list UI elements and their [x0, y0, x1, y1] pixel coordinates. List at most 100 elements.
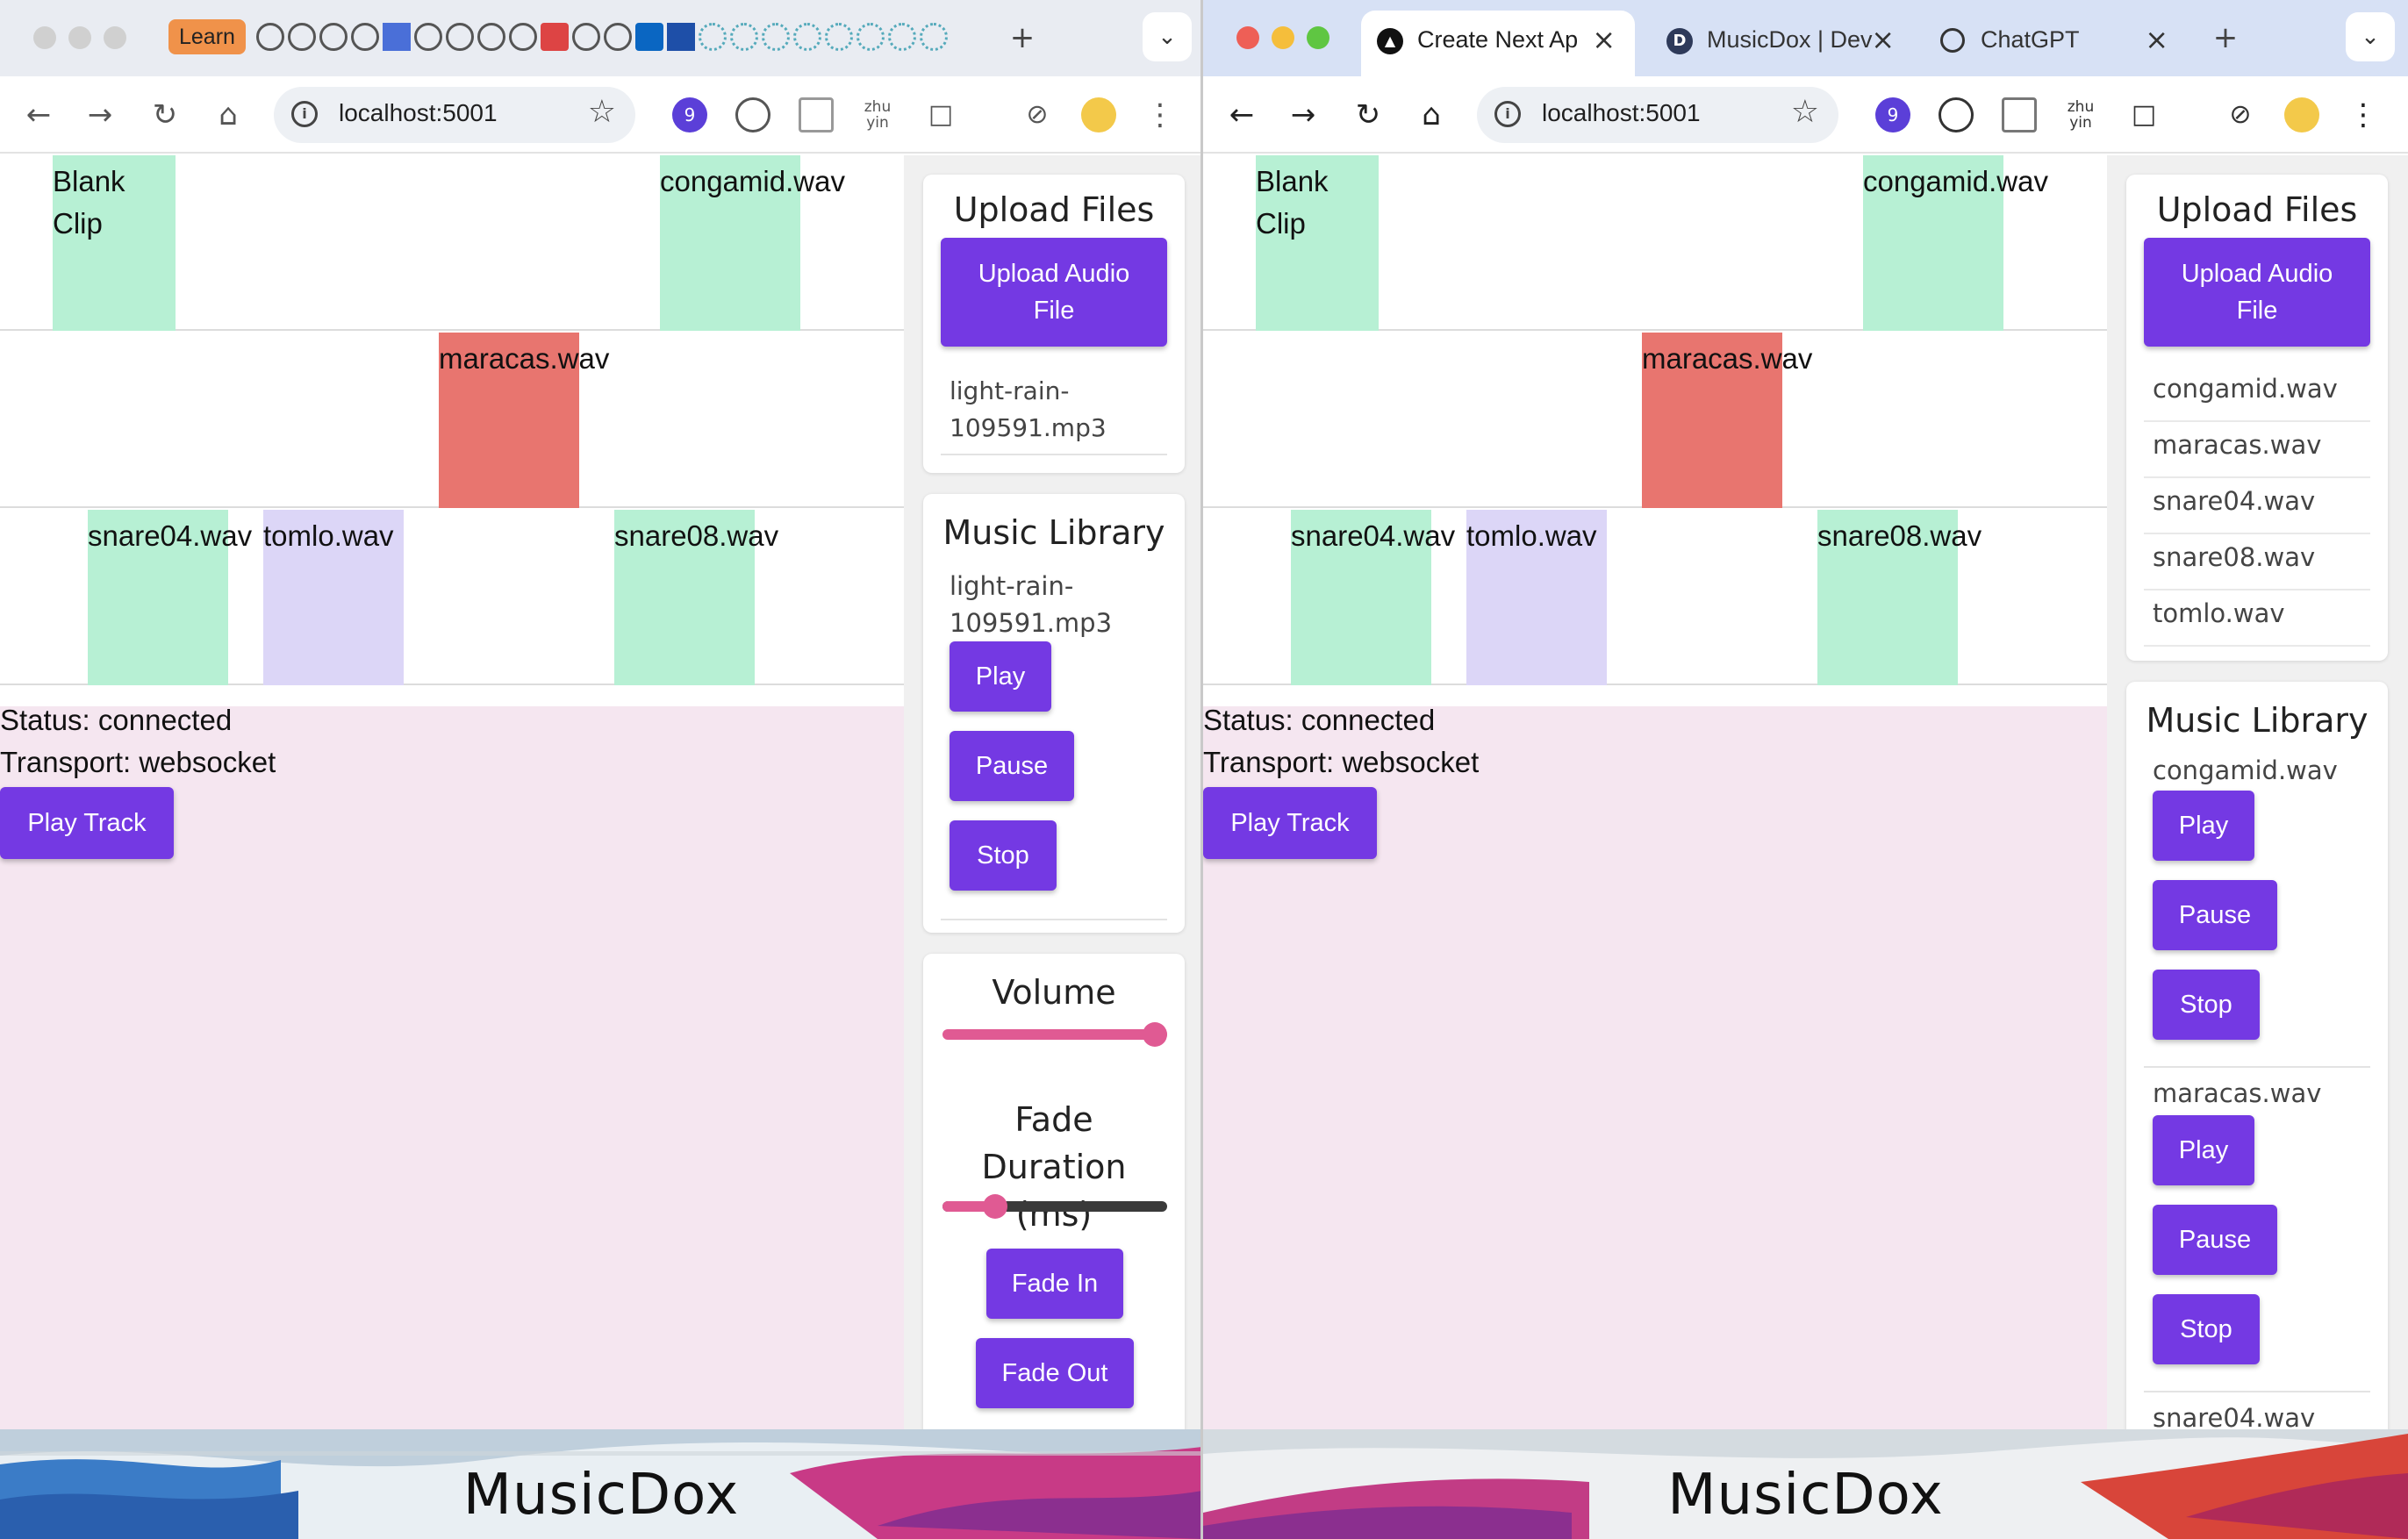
- uploaded-file-item[interactable]: snare04.wav: [2144, 478, 2370, 534]
- uploaded-file-item[interactable]: congamid.wav: [2144, 366, 2370, 422]
- upload-audio-button[interactable]: Upload Audio File: [2144, 238, 2370, 347]
- extension-icon[interactable]: 9: [672, 97, 707, 132]
- fade-duration-slider-thumb[interactable]: [982, 1194, 1007, 1219]
- tab-favicon[interactable]: [604, 23, 632, 51]
- extension-zhuyin-icon[interactable]: zhu yin: [2063, 97, 2098, 132]
- fade-duration-slider[interactable]: [942, 1194, 1167, 1219]
- tab-favicon[interactable]: [446, 23, 474, 51]
- reload-icon[interactable]: ↻: [146, 96, 184, 134]
- tab-favicon[interactable]: [667, 23, 695, 51]
- clip-snare08[interactable]: snare08.wav: [614, 510, 778, 685]
- new-tab-button[interactable]: +: [2204, 16, 2247, 60]
- library-play-button[interactable]: Play: [2153, 1115, 2254, 1185]
- uploaded-file-item[interactable]: maracas.wav: [2144, 422, 2370, 478]
- tab-favicon[interactable]: [509, 23, 537, 51]
- extension-globe-icon[interactable]: [1939, 97, 1974, 132]
- close-tab-icon[interactable]: ×: [1592, 23, 1616, 56]
- library-pause-button[interactable]: Pause: [2153, 880, 2277, 950]
- tab-favicon[interactable]: [888, 23, 916, 51]
- tab-favicon[interactable]: [383, 23, 411, 51]
- back-arrow-icon[interactable]: ←: [19, 96, 58, 134]
- extensions-puzzle-icon[interactable]: □: [2126, 97, 2161, 132]
- tab-favicon[interactable]: [762, 23, 790, 51]
- library-pause-button[interactable]: Pause: [2153, 1205, 2277, 1275]
- clip-blank[interactable]: Blank Clip: [53, 155, 176, 331]
- tab-favicon[interactable]: [572, 23, 600, 51]
- address-url[interactable]: localhost:5001: [339, 99, 498, 127]
- uploaded-file-item[interactable]: light-rain-109591.mp3: [941, 373, 1167, 447]
- extension-icon[interactable]: 9: [1875, 97, 1910, 132]
- tab-favicon[interactable]: [477, 23, 505, 51]
- home-icon[interactable]: ⌂: [209, 96, 247, 134]
- extension-globe-icon[interactable]: [735, 97, 770, 132]
- clip-snare04[interactable]: snare04.wav: [88, 510, 252, 685]
- library-stop-button[interactable]: Stop: [2153, 1294, 2260, 1364]
- maximize-window-button[interactable]: [104, 26, 126, 49]
- clip-snare04[interactable]: snare04.wav: [1291, 510, 1455, 685]
- play-track-button[interactable]: Play Track: [0, 787, 174, 859]
- bookmark-star-icon[interactable]: ☆: [588, 94, 616, 130]
- menu-kebab-icon[interactable]: ⋮: [1143, 97, 1178, 132]
- home-icon[interactable]: ⌂: [1412, 96, 1451, 134]
- clip-tomlo[interactable]: tomlo.wav: [263, 510, 404, 685]
- fade-out-button[interactable]: Fade Out: [976, 1338, 1134, 1408]
- uploaded-file-item[interactable]: tomlo.wav: [2144, 591, 2370, 647]
- profile-avatar[interactable]: [2284, 97, 2319, 132]
- tab-favicon[interactable]: [256, 23, 284, 51]
- menu-kebab-icon[interactable]: ⋮: [2346, 97, 2381, 132]
- address-url[interactable]: localhost:5001: [1542, 99, 1701, 127]
- tab-search-chevron-icon[interactable]: ⌄: [1143, 12, 1192, 61]
- tab-favicon[interactable]: [825, 23, 853, 51]
- minimize-window-button[interactable]: [1272, 26, 1294, 49]
- site-info-icon[interactable]: i: [291, 101, 318, 127]
- clip-tomlo[interactable]: tomlo.wav: [1466, 510, 1607, 685]
- extension-zhuyin-icon[interactable]: zhu yin: [860, 97, 895, 132]
- tab-favicon[interactable]: [856, 23, 885, 51]
- close-window-button[interactable]: [33, 26, 56, 49]
- clip-congamid[interactable]: congamid.wav: [1863, 155, 2048, 331]
- performance-icon[interactable]: ⊘: [2223, 97, 2258, 132]
- site-info-icon[interactable]: i: [1494, 101, 1521, 127]
- pinned-tabs-strip[interactable]: [256, 23, 950, 54]
- volume-slider[interactable]: [942, 1022, 1167, 1047]
- close-tab-icon[interactable]: ×: [1871, 23, 1895, 56]
- address-bar[interactable]: i localhost:5001 ☆: [1477, 87, 1838, 143]
- performance-icon[interactable]: ⊘: [1020, 97, 1055, 132]
- tab-favicon[interactable]: [920, 23, 948, 51]
- minimize-window-button[interactable]: [68, 26, 91, 49]
- profile-avatar[interactable]: [1081, 97, 1116, 132]
- tab-favicon[interactable]: [351, 23, 379, 51]
- clip-congamid[interactable]: congamid.wav: [660, 155, 845, 331]
- volume-slider-thumb[interactable]: [1143, 1022, 1167, 1047]
- linkedin-icon[interactable]: [635, 23, 663, 51]
- clip-snare08[interactable]: snare08.wav: [1817, 510, 1982, 685]
- tab-favicon[interactable]: [288, 23, 316, 51]
- uploaded-file-item[interactable]: snare08.wav: [2144, 534, 2370, 591]
- tab-chatgpt[interactable]: ChatGPT ×: [1924, 11, 2188, 72]
- reload-icon[interactable]: ↻: [1349, 96, 1387, 134]
- fade-in-button[interactable]: Fade In: [986, 1249, 1123, 1319]
- library-play-button[interactable]: Play: [950, 641, 1051, 712]
- forward-arrow-icon[interactable]: →: [1284, 96, 1322, 134]
- bookmark-star-icon[interactable]: ☆: [1791, 94, 1819, 130]
- new-tab-button[interactable]: +: [1000, 16, 1044, 60]
- tab-favicon[interactable]: [699, 23, 727, 51]
- tab-search-chevron-icon[interactable]: ⌄: [2346, 12, 2395, 61]
- library-stop-button[interactable]: Stop: [2153, 970, 2260, 1040]
- tab-favicon[interactable]: [730, 23, 758, 51]
- upload-audio-button[interactable]: Upload Audio File: [941, 238, 1167, 347]
- library-stop-button[interactable]: Stop: [950, 820, 1057, 891]
- tab-favicon[interactable]: [414, 23, 442, 51]
- extension-image-icon[interactable]: [2002, 97, 2037, 132]
- close-tab-icon[interactable]: ×: [2145, 23, 2168, 56]
- clip-blank[interactable]: Blank Clip: [1256, 155, 1379, 331]
- library-pause-button[interactable]: Pause: [950, 731, 1074, 801]
- address-bar[interactable]: i localhost:5001 ☆: [274, 87, 635, 143]
- play-track-button[interactable]: Play Track: [1203, 787, 1377, 859]
- extension-image-icon[interactable]: [799, 97, 834, 132]
- library-play-button[interactable]: Play: [2153, 791, 2254, 861]
- forward-arrow-icon[interactable]: →: [81, 96, 119, 134]
- clip-maracas[interactable]: maracas.wav: [439, 333, 609, 508]
- tab-create-next-app[interactable]: ▲ Create Next Ap ×: [1361, 11, 1635, 76]
- maximize-window-button[interactable]: [1307, 26, 1329, 49]
